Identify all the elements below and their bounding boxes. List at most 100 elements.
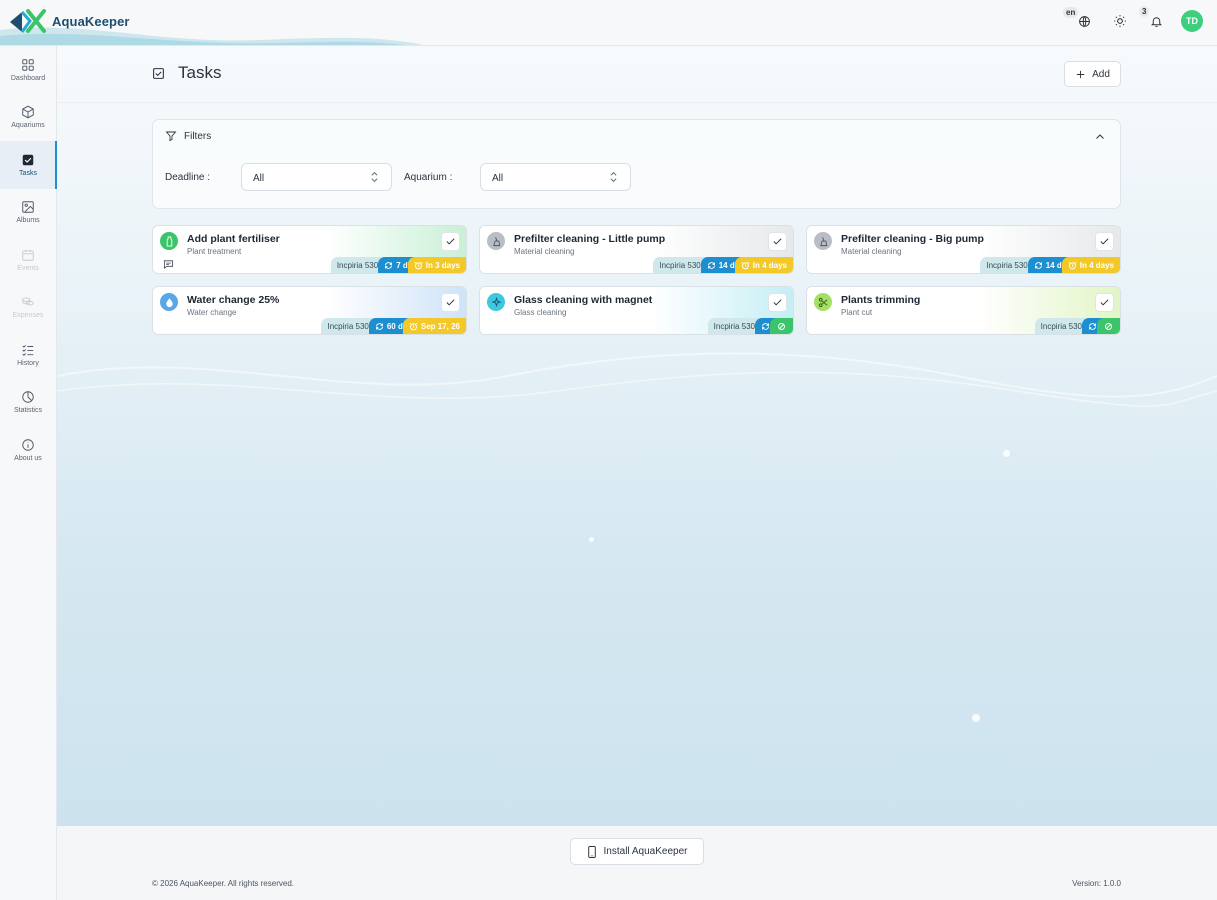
bubble-decoration [972,714,980,722]
task-tags: Incpiria 530 14 d In 4 days [980,257,1120,273]
no-deadline-icon [778,322,785,330]
sidebar-item-label: Statistics [13,407,42,415]
sidebar-item-about-us[interactable]: About us [0,426,56,474]
aquarium-tag: Incpiria 530 [321,318,375,334]
check-icon [446,238,455,245]
checkbox-icon [153,67,164,79]
copyright-text: © 2026 AquaKeeper. All rights reserved. [152,879,294,888]
install-app-button[interactable]: Install AquaKeeper [570,838,704,865]
add-button-label: Add [1092,68,1110,80]
complete-task-button[interactable] [768,293,787,312]
sidebar-item-albums[interactable]: Albums [0,189,56,237]
sidebar-item-events[interactable]: Events [0,236,56,284]
aquarium-tag-text: Incpiria 530 [713,321,755,331]
notifications-button[interactable]: 3 [1139,6,1167,32]
footer: Install AquaKeeper © 2026 AquaKeeper. Al… [57,826,1217,900]
complete-task-button[interactable] [441,232,460,251]
task-card[interactable]: Plants trimming Plant cut Incpiria 530 [806,286,1121,335]
theme-toggle-button[interactable] [1109,10,1131,32]
add-task-button[interactable]: Add [1064,61,1121,87]
sidebar-item-aquariums[interactable]: Aquariums [0,94,56,142]
language-button[interactable]: en [1063,7,1095,32]
deadline-select[interactable]: All [241,163,392,191]
task-title: Add plant fertiliser [187,233,280,245]
frequency-tag-text: 14 d [718,260,735,270]
task-title: Glass cleaning with magnet [514,294,653,306]
calendar-icon [22,249,34,261]
comment-button[interactable] [163,257,174,273]
task-type-icon-badge [160,232,178,250]
sidebar-item-expenses[interactable]: Expenses [0,284,56,332]
version-text: Version: 1.0.0 [1072,879,1121,888]
repeat-icon [385,261,393,269]
due-tag: In 4 days [734,257,793,273]
notification-count-badge: 3 [1139,6,1150,17]
sun-icon [1114,15,1126,27]
aquarium-filter-label: Aquarium : [404,172,453,183]
task-type-icon-badge [814,293,832,311]
page-title-text: Tasks [178,63,222,82]
task-category: Material cleaning [841,247,902,256]
top-bar: AquaKeeper en 3 TD [0,0,1217,46]
aquarium-tag: Incpiria 530 [707,318,761,334]
scissors-icon [818,297,827,307]
due-tag-text: In 4 days [1079,260,1114,270]
deadline-filter-label: Deadline : [165,172,211,183]
task-type-icon-badge [160,293,178,311]
filters-header[interactable]: Filters [165,130,211,142]
bottle-icon [166,235,172,247]
check-icon [446,299,455,306]
sidebar-item-dashboard[interactable]: Dashboard [0,46,56,94]
task-card[interactable]: Prefilter cleaning - Little pump Materia… [479,225,794,274]
sidebar-item-label: Aquariums [11,122,45,130]
task-title: Prefilter cleaning - Big pump [841,233,984,245]
chevron-up-down-icon [371,171,378,183]
sidebar-item-statistics[interactable]: Statistics [0,379,56,427]
due-tag: In 4 days [1061,257,1120,273]
repeat-icon [375,322,383,330]
bubble-decoration [589,537,594,542]
repeat-icon [1089,322,1096,330]
sidebar-item-label: Albums [16,217,40,225]
frequency-tag-text: 60 d [386,321,403,331]
task-type-icon-badge [487,232,505,250]
alarm-clock-icon [409,322,418,330]
task-category: Glass cleaning [514,308,567,317]
filters-collapse-button[interactable] [1094,130,1106,148]
complete-task-button[interactable] [768,232,787,251]
task-card[interactable]: Glass cleaning with magnet Glass cleanin… [479,286,794,335]
language-badge: en [1063,7,1079,18]
app-logo[interactable]: AquaKeeper [8,7,130,35]
task-title: Water change 25% [187,294,280,306]
aquarium-tag-text: Incpiria 530 [327,321,369,331]
aquarium-tag: Incpiria 530 [330,257,385,273]
repeat-icon [1034,261,1042,269]
alarm-clock-icon [414,261,423,269]
page-header: Tasks Add [57,46,1217,103]
task-category: Water change [187,308,237,317]
aquarium-tag: Incpiria 530 [1034,318,1088,334]
aquarium-select-value: All [492,173,504,184]
task-card[interactable]: Add plant fertiliser Plant treatment Inc… [152,225,467,274]
aquarium-tag: Incpiria 530 [653,257,707,273]
complete-task-button[interactable] [1095,293,1114,312]
install-button-label: Install AquaKeeper [603,846,688,857]
aquarium-select[interactable]: All [480,163,631,191]
sidebar-item-history[interactable]: History [0,331,56,379]
task-card[interactable]: Water change 25% Water change Incpiria 5… [152,286,467,335]
task-tags: Incpiria 530 14 d In 4 days [653,257,793,273]
due-tag-text: In 4 days [752,260,787,270]
task-title: Prefilter cleaning - Little pump [514,233,666,245]
cleaning-icon [492,236,500,246]
aquarium-tag-text: Incpiria 530 [659,260,701,270]
complete-task-button[interactable] [1095,232,1114,251]
user-avatar[interactable]: TD [1181,10,1203,32]
sparkle-icon [490,296,502,307]
sidebar-item-label: Events [17,264,39,272]
due-tag-text: In 3 days [425,260,460,270]
task-card[interactable]: Prefilter cleaning - Big pump Material c… [806,225,1121,274]
sidebar-item-tasks[interactable]: Tasks [0,141,57,189]
check-icon [773,299,782,306]
complete-task-button[interactable] [441,293,460,312]
bubble-decoration [1003,450,1010,457]
